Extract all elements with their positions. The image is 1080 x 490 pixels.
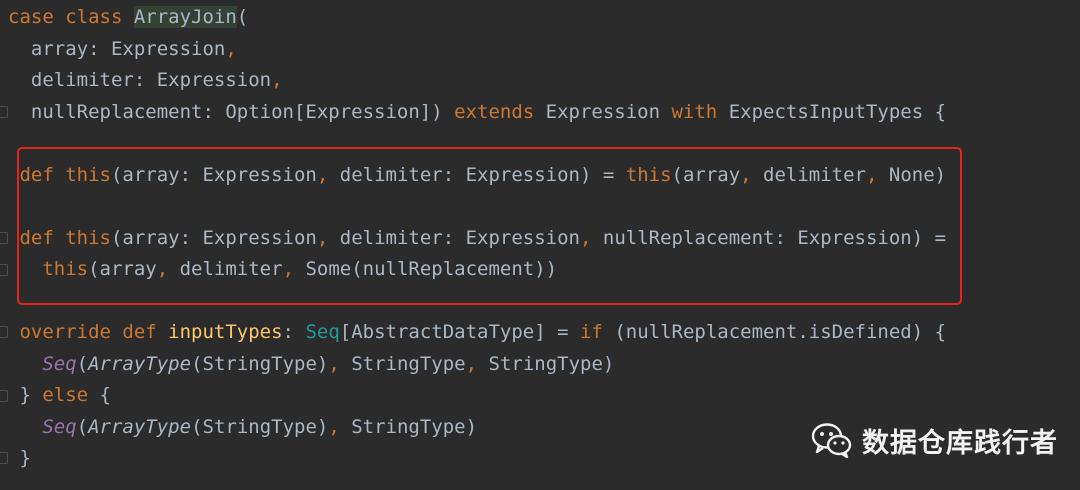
code-token: , xyxy=(225,38,237,60)
fold-marker-icon[interactable] xyxy=(0,264,8,276)
code-token: , xyxy=(271,69,283,91)
code-token: StringType xyxy=(351,353,466,375)
code-token: delimiter: Expression xyxy=(8,69,272,91)
code-token: Seq xyxy=(42,353,77,375)
code-token: { xyxy=(99,384,111,406)
code-token: StringType) xyxy=(488,353,615,375)
code-token: (StringType) xyxy=(191,416,329,438)
fold-marker-icon[interactable] xyxy=(0,106,8,118)
code-line[interactable]: } xyxy=(8,443,31,474)
code-token: ArrayJoin xyxy=(133,6,237,28)
code-token: : xyxy=(282,321,306,343)
code-line[interactable]: } else { xyxy=(8,380,111,411)
code-token: ( xyxy=(76,353,89,375)
code-token: (StringType) xyxy=(191,353,329,375)
code-line[interactable]: array: Expression, xyxy=(8,34,237,65)
code-token: extends xyxy=(454,101,546,123)
code-token: ArrayType xyxy=(88,353,192,375)
code-token: override def xyxy=(8,321,169,343)
fold-marker-icon[interactable] xyxy=(0,452,8,464)
code-token: ( xyxy=(236,6,249,28)
code-line[interactable]: override def inputTypes: Seq[AbstractDat… xyxy=(8,317,946,348)
code-token: StringType) xyxy=(351,416,478,438)
code-token: array: Expression xyxy=(8,38,226,60)
code-token: Expression xyxy=(545,101,672,123)
code-token: inputTypes xyxy=(168,321,283,343)
code-token: ( xyxy=(76,416,89,438)
code-token: , xyxy=(465,353,489,375)
code-token: [AbstractDataType] = xyxy=(339,321,580,343)
code-token: case class xyxy=(8,6,134,28)
code-token: , xyxy=(328,353,352,375)
code-token: } xyxy=(8,384,43,406)
wechat-icon xyxy=(811,423,852,459)
code-line[interactable]: nullReplacement: Option[Expression]) ext… xyxy=(8,97,946,128)
code-token: else xyxy=(42,384,100,406)
highlight-box xyxy=(17,147,962,305)
code-token: Seq xyxy=(305,321,340,343)
fold-marker-icon[interactable] xyxy=(0,390,8,402)
code-token: if xyxy=(579,321,615,343)
code-line[interactable]: case class ArrayJoin( xyxy=(8,2,248,33)
code-line[interactable]: Seq(ArrayType(StringType), StringType) xyxy=(8,412,477,443)
code-token: with xyxy=(671,101,729,123)
code-token: ExpectsInputTypes { xyxy=(728,101,947,123)
code-token: (nullReplacement.isDefined) { xyxy=(614,321,947,343)
code-token: , xyxy=(328,416,352,438)
code-token: nullReplacement: Option[Expression]) xyxy=(8,101,455,123)
code-line[interactable]: delimiter: Expression, xyxy=(8,65,283,96)
fold-marker-icon[interactable] xyxy=(0,232,8,244)
code-token: ArrayType xyxy=(88,416,192,438)
code-token: } xyxy=(8,447,31,469)
fold-marker-icon[interactable] xyxy=(0,326,8,338)
watermark-text: 数据仓库践行者 xyxy=(862,427,1058,459)
code-line[interactable]: Seq(ArrayType(StringType), StringType, S… xyxy=(8,349,614,380)
watermark: 数据仓库践行者 xyxy=(810,418,1058,462)
code-token: Seq xyxy=(42,416,77,438)
